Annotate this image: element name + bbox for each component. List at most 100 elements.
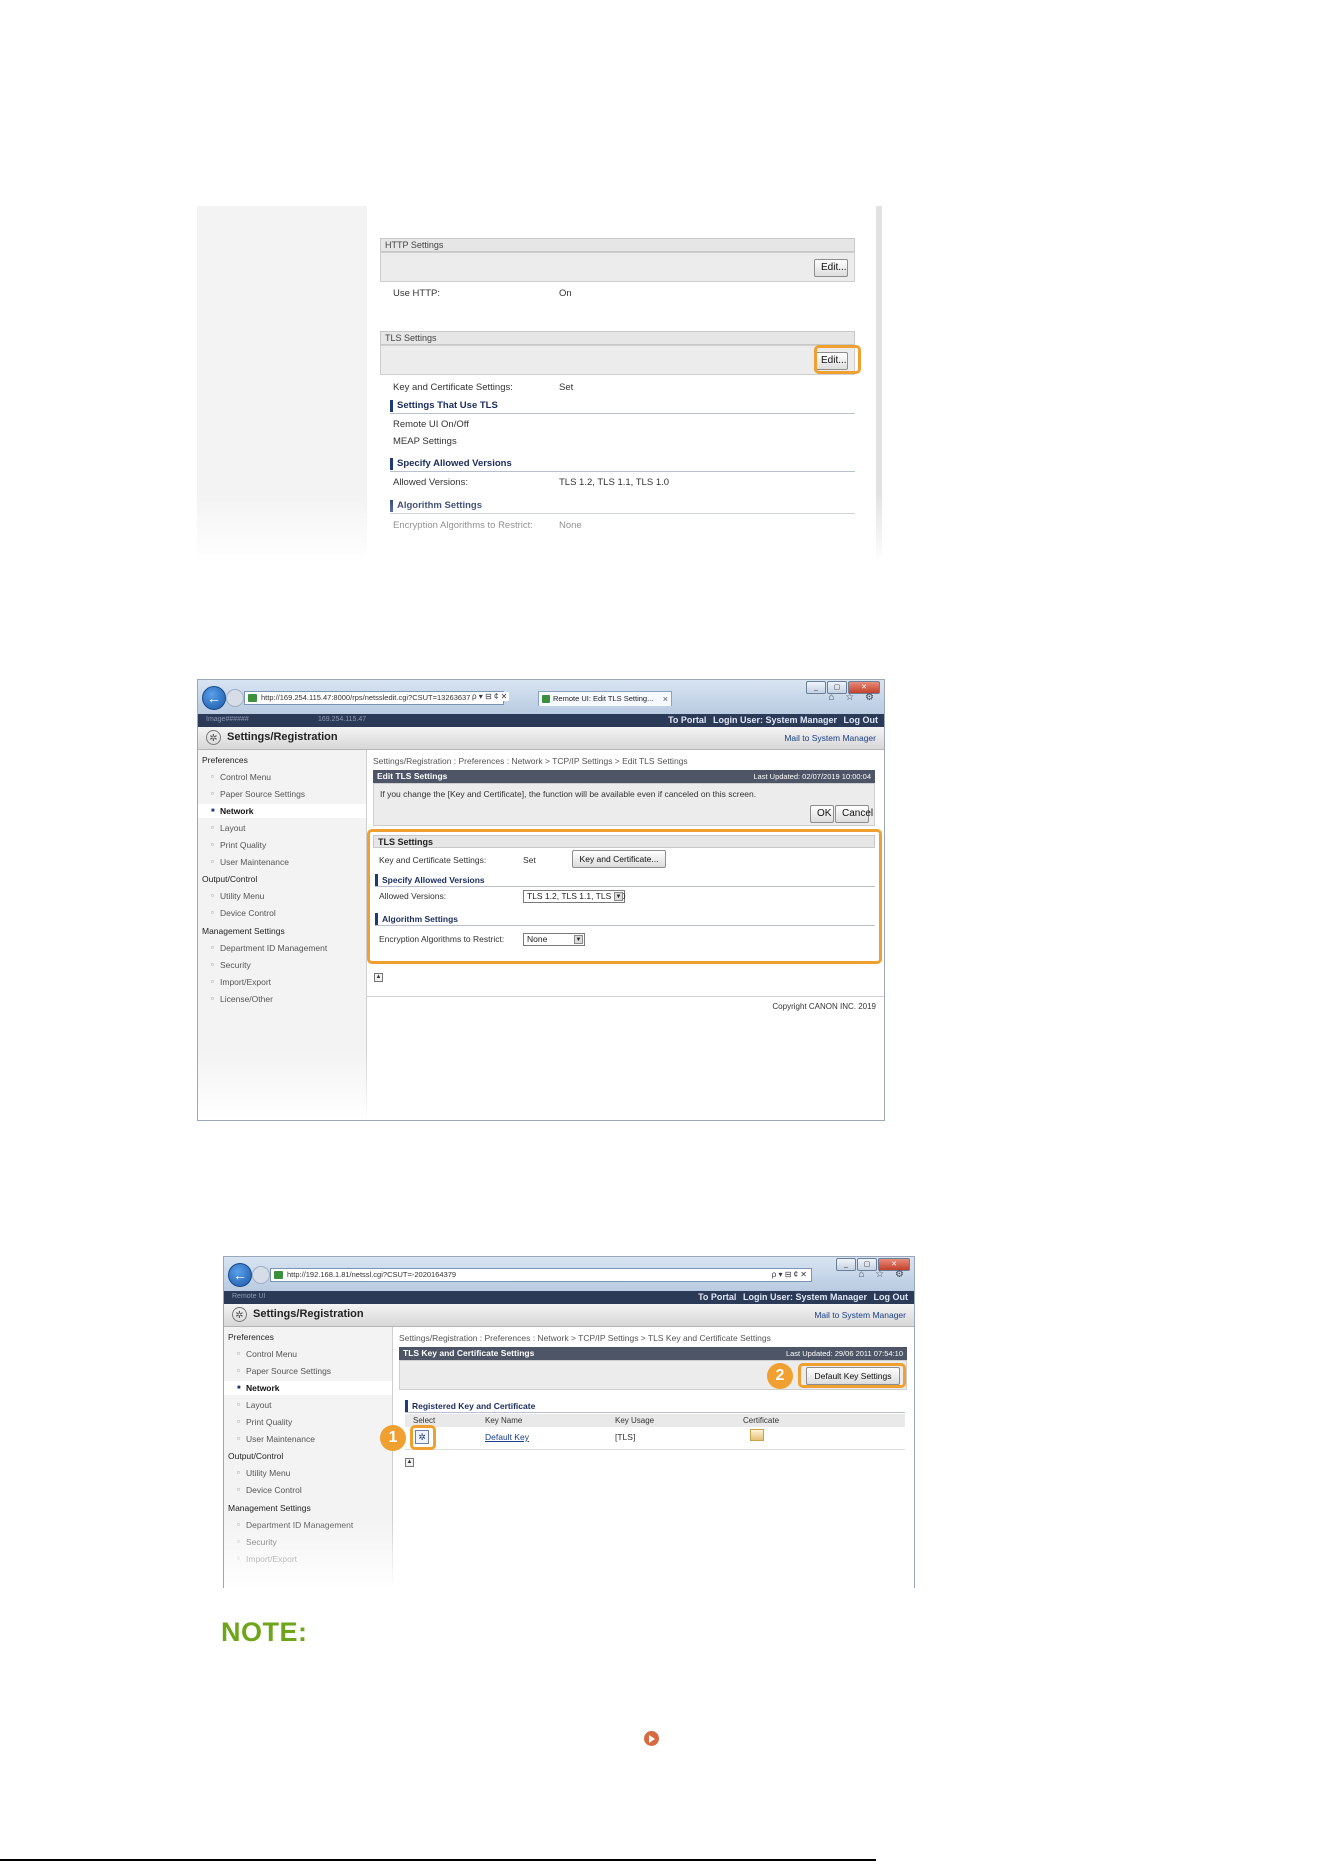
sidebar-item-control-menu[interactable]: Control Menu [224,1347,392,1361]
mail-to-manager-link[interactable]: Mail to System Manager [784,733,876,743]
forward-arrow-icon[interactable] [252,1266,270,1284]
algorithm-heading: Algorithm Settings [390,500,482,512]
page-title-bar: TLS Key and Certificate Settings Last Up… [399,1347,907,1360]
ok-button[interactable]: OK [810,805,834,823]
sidebar-item-layout[interactable]: Layout [198,821,366,835]
key-cert-label: Key and Certificate Settings: [393,382,513,393]
main-content: Settings/Registration : Preferences : Ne… [380,1327,914,1588]
meap-label: MEAP Settings [393,436,457,447]
sidebar-group-output-control[interactable]: Output/Control [198,872,366,886]
allowed-versions-selected: TLS 1.2, TLS 1.1, TLS 1.0 [527,891,626,901]
tls-settings-title: TLS Settings [378,837,434,847]
sidebar-group-management[interactable]: Management Settings [224,1501,392,1515]
allowed-versions-value: TLS 1.2, TLS 1.1, TLS 1.0 [559,477,670,488]
algorithm-heading: Algorithm Settings [375,913,458,925]
address-url: http://192.168.1.81/netssl.cgi?CSUT=-202… [287,1270,457,1279]
dropdown-arrow-icon: ▼ [614,892,623,901]
screenshot-http-tls-settings: HTTP Settings Edit... Use HTTP: On TLS S… [197,206,882,563]
certificate-icon[interactable] [750,1429,764,1441]
sidebar-item-device-control[interactable]: Device Control [224,1483,392,1497]
sidebar-item-control-menu[interactable]: Control Menu [198,770,366,784]
app-title: Settings/Registration [227,731,338,743]
sidebar-group-output-control[interactable]: Output/Control [224,1449,392,1463]
browser-tools[interactable]: ⌂ ☆ ⚙ [828,692,878,703]
address-bar[interactable]: http://169.254.115.47:8000/rps/netssledi… [244,691,504,705]
browser-tab[interactable]: Remote UI: Edit TLS Setting... × [538,691,672,706]
sidebar-item-security[interactable]: Security [224,1535,392,1549]
sidebar-item-user-maintenance[interactable]: User Maintenance [224,1432,392,1446]
allowed-versions-select[interactable]: TLS 1.2, TLS 1.1, TLS 1.0 ▼ [523,890,625,903]
page-title: TLS Key and Certificate Settings [403,1348,535,1358]
back-arrow-icon[interactable]: ← [202,686,226,710]
page-top-icon[interactable]: ▲ [374,973,383,982]
encryption-select[interactable]: None ▼ [523,933,585,946]
key-cert-value: Set [523,855,536,865]
sidebar-group-preferences[interactable]: Preferences [198,753,366,767]
sidebar-item-import-export[interactable]: Import/Export [224,1552,392,1566]
registered-key-heading: Registered Key and Certificate [405,1400,535,1412]
tab-site-icon [542,695,550,703]
key-name-link[interactable]: Default Key [485,1432,529,1442]
key-and-certificate-button[interactable]: Key and Certificate... [572,850,666,868]
sidebar-item-utility-menu[interactable]: Utility Menu [224,1466,392,1480]
back-arrow-icon[interactable]: ← [228,1263,252,1287]
encryption-value: None [559,520,582,531]
last-updated: Last Updated: 02/07/2019 10:00:04 [753,772,871,781]
sidebar-item-device-control[interactable]: Device Control [198,906,366,920]
col-header-key-usage: Key Usage [615,1416,655,1425]
remote-ui-header: Image###### 169.254.115.47 To Portal Log… [198,714,884,727]
sidebar-item-utility-menu[interactable]: Utility Menu [198,889,366,903]
sidebar-item-user-maintenance[interactable]: User Maintenance [198,855,366,869]
log-out-link[interactable]: Log Out [874,1292,909,1302]
allowed-versions-divider [390,471,855,472]
sidebar-item-paper-source[interactable]: Paper Source Settings [224,1364,392,1378]
play-link-icon[interactable] [644,1731,659,1746]
settings-use-tls-divider [390,413,855,414]
minimize-icon[interactable]: _ [836,1258,856,1271]
remote-ui-header: Remote UI To Portal Login User: System M… [224,1291,914,1304]
sidebar-item-network[interactable]: Network [224,1381,392,1395]
left-gutter [197,206,367,563]
key-cert-label: Key and Certificate Settings: [379,855,487,865]
browser-tools[interactable]: ⌂ ☆ ⚙ [858,1269,908,1280]
site-icon [248,694,257,702]
sidebar: Preferences Control Menu Paper Source Se… [224,1327,393,1588]
address-controls[interactable]: ρ ▾ ⊟ ¢ ✕ [470,692,510,701]
sidebar-item-department-id[interactable]: Department ID Management [198,941,366,955]
encryption-label: Encryption Algorithms to Restrict: [379,934,505,944]
table-row[interactable]: ✲ Default Key [TLS] [405,1427,905,1450]
minimize-icon[interactable]: _ [806,681,826,694]
sidebar-item-network[interactable]: Network [198,804,366,818]
address-bar[interactable]: http://192.168.1.81/netssl.cgi?CSUT=-202… [270,1268,812,1282]
sidebar-item-department-id[interactable]: Department ID Management [224,1518,392,1532]
sidebar-item-license-other[interactable]: License/Other [198,992,366,1006]
log-out-link[interactable]: Log Out [844,715,879,725]
sidebar: Preferences Control Menu Paper Source Se… [198,750,367,1120]
address-url: http://169.254.115.47:8000/rps/netssledi… [261,693,471,702]
sidebar-item-paper-source[interactable]: Paper Source Settings [198,787,366,801]
to-portal-link[interactable]: To Portal [698,1292,736,1302]
sidebar-item-layout[interactable]: Layout [224,1398,392,1412]
sidebar-group-management[interactable]: Management Settings [198,924,366,938]
footer-divider [0,1859,876,1861]
tls-settings-header: TLS Settings [380,331,855,345]
http-edit-button[interactable]: Edit... [814,259,848,277]
forward-arrow-icon[interactable] [226,689,244,707]
address-controls[interactable]: ρ ▾ ⊟ ¢ ✕ [772,1269,807,1281]
sidebar-item-print-quality[interactable]: Print Quality [198,838,366,852]
to-portal-link[interactable]: To Portal [668,715,706,725]
sidebar-item-import-export[interactable]: Import/Export [198,975,366,989]
cancel-button[interactable]: Cancel [835,805,873,823]
login-user: Login User: System Manager [712,715,837,725]
page-top-icon[interactable]: ▲ [405,1458,414,1467]
sidebar-item-print-quality[interactable]: Print Quality [224,1415,392,1429]
sidebar-group-preferences[interactable]: Preferences [224,1330,392,1344]
tab-close-icon[interactable]: × [663,692,668,706]
device-model: Image###### [206,716,249,723]
settings-registration-bar: ✲ Settings/Registration Mail to System M… [198,727,884,750]
col-header-key-name: Key Name [485,1416,523,1425]
encryption-selected: None [527,934,548,944]
mail-to-manager-link[interactable]: Mail to System Manager [814,1310,906,1320]
sidebar-item-security[interactable]: Security [198,958,366,972]
allowed-versions-heading: Specify Allowed Versions [390,458,512,470]
